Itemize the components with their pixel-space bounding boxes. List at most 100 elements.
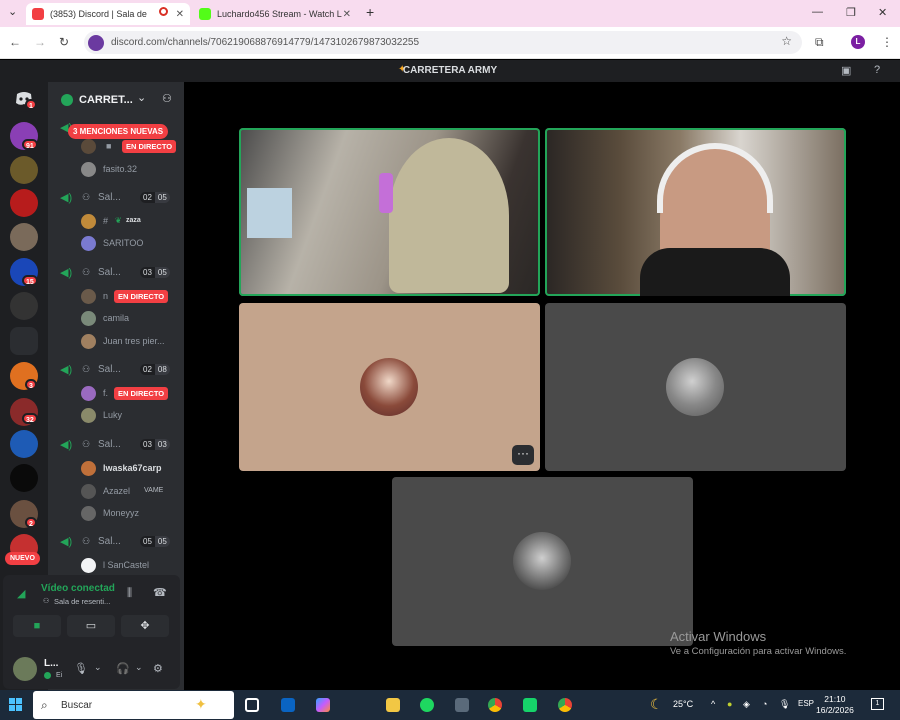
- username[interactable]: L...: [44, 658, 58, 669]
- disconnect-icon[interactable]: ☎: [153, 586, 167, 599]
- chrome-icon[interactable]: [488, 698, 502, 712]
- member[interactable]: n EN DIRECTO: [48, 287, 184, 307]
- headphones-icon[interactable]: 🎧: [116, 662, 130, 675]
- tab-discord[interactable]: (3853) Discord | Sala de ✕: [26, 3, 190, 25]
- users-icon: ⚇: [82, 536, 91, 546]
- screen: ⌄ (3853) Discord | Sala de ✕ Luchardo456…: [0, 0, 900, 720]
- tab-search-chevron-icon[interactable]: ⌄: [8, 5, 17, 18]
- tab-kick-stream[interactable]: Luchardo456 Stream - Watch L ✕: [193, 3, 357, 25]
- language-indicator[interactable]: ESP: [798, 699, 814, 708]
- tray-app-icon[interactable]: ●: [727, 699, 732, 709]
- new-servers-pill[interactable]: NUEVO: [5, 552, 40, 565]
- tab-close-icon[interactable]: ✕: [176, 9, 184, 20]
- server-icon[interactable]: [10, 464, 38, 492]
- signal-icon: ◢: [17, 588, 26, 600]
- chevron-down-icon[interactable]: ⌄: [137, 91, 146, 104]
- tab-close-icon[interactable]: ✕: [343, 9, 351, 20]
- voice-channel[interactable]: ◀) ⚇ Sal... 02 08: [48, 360, 184, 380]
- member[interactable]: ■ EN DIRECTO: [48, 137, 184, 157]
- chevron-down-icon[interactable]: ⌄: [135, 662, 143, 673]
- server-icon[interactable]: [10, 156, 38, 184]
- kick-app-icon[interactable]: [523, 698, 537, 712]
- clock-date: 16/2/2026: [816, 705, 854, 715]
- voice-channel[interactable]: ◀) ⚇ Sal... 03 05: [48, 263, 184, 283]
- restore-icon[interactable]: ❐: [846, 6, 856, 19]
- server-icon[interactable]: [10, 292, 38, 320]
- voice-room[interactable]: Sala de resenti...: [54, 597, 110, 606]
- server-icon[interactable]: [10, 189, 38, 217]
- microphone-icon[interactable]: 🎙: [74, 662, 88, 675]
- voice-channel[interactable]: ◀) ⚇ Sal... 05 05: [48, 532, 184, 552]
- video-tile-cam[interactable]: [545, 128, 846, 296]
- url-bar[interactable]: discord.com/channels/706219068876914779/…: [84, 31, 802, 54]
- calculator-icon[interactable]: [455, 698, 469, 712]
- mic-tray-icon[interactable]: 🎙: [779, 699, 790, 710]
- extensions-icon[interactable]: ⧉: [815, 35, 824, 50]
- voice-status[interactable]: Vídeo conectad: [41, 583, 115, 594]
- wifi-icon[interactable]: ◔: [762, 699, 767, 709]
- activate-windows-text: Ve a Configuración para activar Windows.: [670, 646, 847, 657]
- url-text[interactable]: discord.com/channels/706219068876914779/…: [111, 37, 419, 48]
- temperature[interactable]: 25°C: [673, 699, 693, 709]
- count-current: 02: [140, 192, 155, 203]
- copilot-icon[interactable]: [316, 698, 330, 712]
- minimize-icon[interactable]: —: [812, 6, 823, 18]
- video-tile-user[interactable]: [545, 303, 846, 471]
- tray-app-icon[interactable]: ◈: [743, 699, 750, 710]
- camera-button[interactable]: ■: [13, 615, 61, 637]
- back-icon[interactable]: ←: [9, 35, 21, 49]
- windows-start-icon[interactable]: [9, 698, 23, 712]
- member[interactable]: l SanCastel: [48, 556, 184, 576]
- video-tile-streamer[interactable]: [239, 128, 540, 296]
- member[interactable]: f. EN DIRECTO: [48, 384, 184, 404]
- avatar[interactable]: [13, 657, 37, 681]
- member[interactable]: Moneyyz: [48, 504, 184, 524]
- voice-panel: ◢ Vídeo conectad ⚇ Sala de resenti... ⫼ …: [3, 575, 180, 689]
- bookmark-star-icon[interactable]: ☆: [781, 34, 792, 48]
- member[interactable]: Azazel VAME: [48, 482, 184, 502]
- member[interactable]: Juan tres pier...: [48, 332, 184, 352]
- taskbar-clock[interactable]: 21:10 16/2/2026: [816, 694, 854, 716]
- voice-channel[interactable]: ◀) ⚇ Sal... 02 05: [48, 188, 184, 208]
- soundboard-icon[interactable]: ⫼: [127, 587, 132, 600]
- more-options-icon[interactable]: ···: [512, 445, 534, 465]
- screen-share-button[interactable]: ▭: [67, 615, 115, 637]
- folder-icon[interactable]: [10, 327, 38, 355]
- forward-icon[interactable]: →: [34, 35, 46, 49]
- spotify-icon[interactable]: [420, 698, 434, 712]
- member-name: camila: [103, 313, 130, 323]
- task-view-icon[interactable]: [245, 698, 259, 712]
- member[interactable]: # ❦ zaza: [48, 212, 184, 232]
- server-icon[interactable]: [10, 223, 38, 251]
- menu-kebab-icon[interactable]: ⋮: [881, 35, 893, 49]
- member[interactable]: fasito.32: [48, 160, 184, 180]
- profile-avatar[interactable]: L: [851, 35, 865, 49]
- member[interactable]: Luky: [48, 406, 184, 426]
- member[interactable]: lwaska67carp: [48, 459, 184, 479]
- server-header[interactable]: CARRET... ⌄ ⚇: [48, 82, 184, 118]
- window-close-icon[interactable]: ✕: [878, 6, 887, 19]
- mentions-banner[interactable]: 3 MENCIONES NUEVAS: [68, 124, 169, 139]
- notification-icon[interactable]: 1: [871, 698, 884, 710]
- status-dot-icon: [44, 672, 51, 679]
- taskbar-search[interactable]: ⌕ Buscar ✦: [33, 691, 234, 719]
- chevron-down-icon[interactable]: ⌄: [94, 662, 102, 673]
- activities-button[interactable]: ✥: [121, 615, 169, 637]
- member[interactable]: camila: [48, 309, 184, 329]
- chrome-profile-icon[interactable]: [558, 698, 572, 712]
- outlook-icon[interactable]: [281, 698, 295, 712]
- new-tab-icon[interactable]: +: [366, 4, 374, 20]
- reload-icon[interactable]: ↻: [59, 35, 69, 49]
- settings-gear-icon[interactable]: ⚙: [153, 662, 163, 675]
- video-tile-user[interactable]: [392, 477, 693, 646]
- tray-chevron-icon[interactable]: ^: [711, 699, 715, 709]
- invite-icon[interactable]: ⚇: [162, 92, 172, 105]
- file-explorer-icon[interactable]: [386, 698, 400, 712]
- server-icon[interactable]: [10, 430, 38, 458]
- help-icon[interactable]: ?: [874, 64, 880, 76]
- voice-channel[interactable]: ◀) ⚇ Sal... 03 03: [48, 435, 184, 455]
- member[interactable]: SARITOO: [48, 234, 184, 254]
- video-tile-user[interactable]: ···: [239, 303, 540, 471]
- inbox-icon[interactable]: ▣: [841, 64, 851, 77]
- site-info-icon[interactable]: [88, 34, 104, 51]
